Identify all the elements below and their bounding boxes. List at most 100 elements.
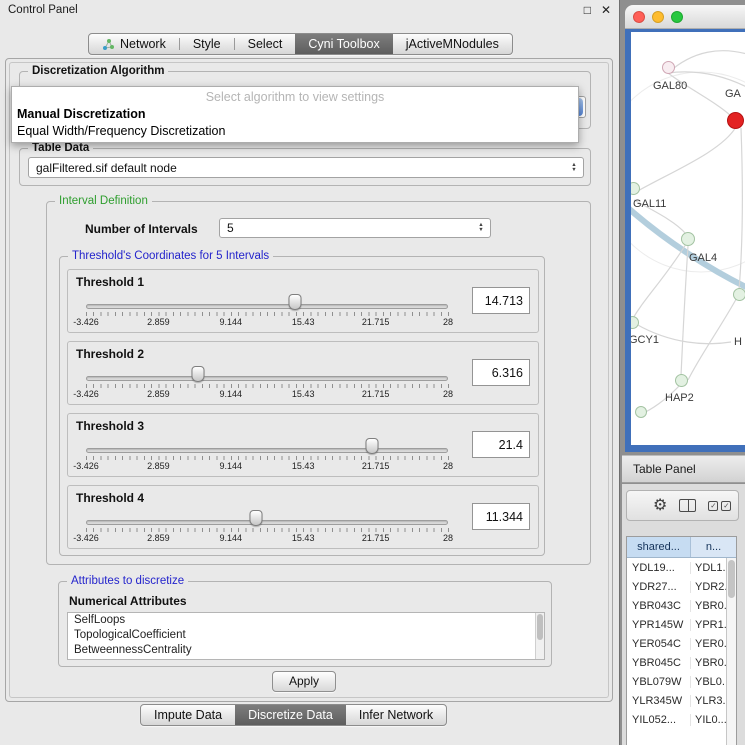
checkbox-icon[interactable]: ✓ [721, 501, 731, 511]
column-header-name[interactable]: n... [691, 537, 736, 557]
network-node[interactable] [635, 406, 647, 418]
network-node[interactable] [675, 374, 688, 387]
table-row[interactable]: YBL079WYBL0... [627, 672, 736, 691]
threshold-4-value-field[interactable]: 11.344 [472, 503, 530, 530]
tab-network[interactable]: Network [89, 34, 179, 54]
group-title: Table Data [28, 142, 93, 154]
tab-cyni-toolbox[interactable]: Cyni Toolbox [295, 34, 392, 54]
network-node[interactable] [662, 61, 675, 74]
scale-label: 28 [443, 461, 453, 471]
combo-stepper-icon[interactable]: ▲▼ [475, 223, 490, 233]
tab-label: Style [193, 37, 221, 51]
threshold-2-value-field[interactable]: 6.316 [472, 359, 530, 386]
apply-button[interactable]: Apply [272, 671, 336, 692]
list-item[interactable]: TopologicalCoefficient [68, 628, 544, 643]
slider-track[interactable] [86, 376, 448, 381]
close-traffic-light[interactable] [633, 11, 645, 23]
node-attribute-table: shared... n... YDL19...YDL1... YDR27...Y… [626, 536, 737, 745]
tab-label: Discretize Data [248, 708, 333, 722]
number-of-intervals-select[interactable]: 5 ▲▼ [219, 218, 491, 238]
group-title: Interval Definition [55, 195, 152, 207]
scrollbar-thumb[interactable] [537, 614, 543, 640]
dropdown-option-equal-width-frequency[interactable]: Equal Width/Frequency Discretization [12, 123, 578, 140]
table-scrollbar[interactable] [726, 558, 736, 745]
scrollbar-thumb[interactable] [728, 560, 735, 598]
list-item[interactable]: SelfLoops [68, 613, 544, 628]
minimize-traffic-light[interactable] [652, 11, 664, 23]
threshold-4-slider[interactable]: -3.426 2.859 9.144 15.43 21.715 28 [86, 508, 448, 546]
slider-track[interactable] [86, 520, 448, 525]
select-checkboxes-icon[interactable]: ✓ ✓ [708, 501, 731, 511]
network-canvas[interactable]: GAL80 GA GAL11 GAL4 GCY1 H HAP2 [631, 32, 745, 445]
threshold-3-slider[interactable]: -3.426 2.859 9.144 15.43 21.715 28 [86, 436, 448, 474]
tab-select[interactable]: Select [235, 34, 296, 54]
threshold-3-panel: Threshold 3 -3.426 2.859 9.144 15.43 21.… [67, 413, 539, 477]
network-node[interactable] [681, 232, 695, 246]
float-window-icon[interactable]: □ [584, 3, 591, 17]
close-icon[interactable]: ✕ [601, 3, 611, 17]
group-title: Threshold's Coordinates for 5 Intervals [68, 250, 273, 262]
slider-ticks [86, 528, 449, 532]
table-data-group: Table Data galFiltered.sif default node … [19, 148, 591, 186]
network-node[interactable] [733, 288, 745, 301]
network-node-selected[interactable] [727, 112, 744, 129]
checkbox-icon[interactable]: ✓ [708, 501, 718, 511]
slider-thumb[interactable] [192, 366, 205, 382]
control-panel-titlebar: Control Panel □ ✕ [0, 0, 619, 20]
dropdown-hint: Select algorithm to view settings [12, 89, 578, 106]
scale-label: 21.715 [362, 317, 390, 327]
table-panel-titlebar: Table Panel [622, 455, 745, 483]
tab-discretize-data[interactable]: Discretize Data [235, 705, 346, 725]
threshold-1-value-field[interactable]: 14.713 [472, 287, 530, 314]
table-row[interactable]: YBR043CYBR0... [627, 596, 736, 615]
tab-jactivemnodules[interactable]: jActiveMNodules [393, 34, 512, 54]
scale-label: 21.715 [362, 389, 390, 399]
node-label: GAL11 [633, 198, 666, 210]
table-row[interactable]: YLR345WYLR3... [627, 691, 736, 710]
scale-label: 28 [443, 317, 453, 327]
threshold-1-slider[interactable]: -3.426 2.859 9.144 15.43 21.715 28 [86, 292, 448, 330]
scale-label: 15.43 [292, 461, 315, 471]
cyni-toolbox-panel: Discretization Algorithm ▲▼ Select algor… [5, 58, 613, 702]
columns-icon[interactable] [679, 499, 696, 512]
node-label: GA [725, 88, 741, 100]
table-row[interactable]: YPR145WYPR1... [627, 615, 736, 634]
threshold-2-slider[interactable]: -3.426 2.859 9.144 15.43 21.715 28 [86, 364, 448, 402]
zoom-traffic-light[interactable] [671, 11, 683, 23]
node-label: GCY1 [631, 334, 659, 346]
slider-thumb[interactable] [288, 294, 301, 310]
tab-label: Select [248, 37, 283, 51]
tab-infer-network[interactable]: Infer Network [346, 705, 446, 725]
table-data-select[interactable]: galFiltered.sif default node ▲▼ [28, 157, 584, 178]
slider-track[interactable] [86, 304, 448, 309]
slider-track[interactable] [86, 448, 448, 453]
gear-icon[interactable]: ⚙ [653, 498, 667, 514]
table-row[interactable]: YDR27...YDR2... [627, 577, 736, 596]
column-header-shared[interactable]: shared... [627, 537, 691, 557]
control-panel-window: Control Panel □ ✕ Network Style [0, 0, 620, 745]
table-row[interactable]: YBR045CYBR0... [627, 653, 736, 672]
network-icon [102, 38, 115, 51]
tab-impute-data[interactable]: Impute Data [141, 705, 235, 725]
scale-label: 28 [443, 389, 453, 399]
list-item[interactable]: BetweennessCentrality [68, 643, 544, 658]
scale-label: 15.43 [292, 389, 315, 399]
list-scrollbar[interactable] [535, 613, 544, 659]
scale-label: -3.426 [73, 461, 99, 471]
slider-thumb[interactable] [250, 510, 263, 526]
algorithm-dropdown-popup: Select algorithm to view settings Manual… [11, 86, 579, 143]
tab-style[interactable]: Style [180, 34, 234, 54]
table-row[interactable]: YDL19...YDL1... [627, 558, 736, 577]
network-view-window: GAL80 GA GAL11 GAL4 GCY1 H HAP2 [625, 5, 745, 452]
slider-thumb[interactable] [365, 438, 378, 454]
threshold-2-label: Threshold 2 [76, 347, 144, 361]
table-row[interactable]: YER054CYER0... [627, 634, 736, 653]
combo-stepper-icon[interactable]: ▲▼ [568, 163, 583, 173]
group-title: Discretization Algorithm [28, 65, 168, 77]
slider-ticks [86, 456, 449, 460]
table-row[interactable]: YIL052...YIL0... [627, 710, 736, 729]
node-label: H [734, 336, 742, 348]
dropdown-option-manual-discretization[interactable]: Manual Discretization [12, 106, 578, 123]
threshold-3-value-field[interactable]: 21.4 [472, 431, 530, 458]
numerical-attributes-list: SelfLoops TopologicalCoefficient Between… [67, 612, 545, 660]
